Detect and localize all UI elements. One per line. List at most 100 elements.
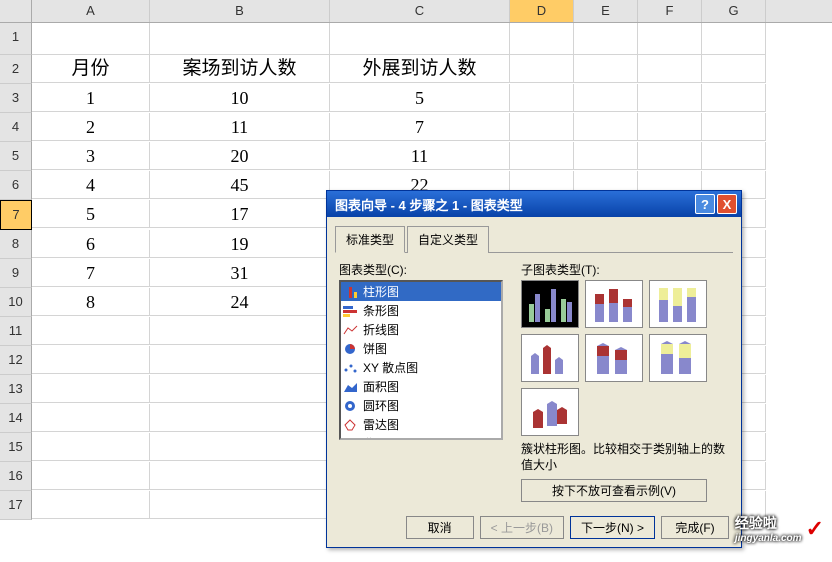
cell[interactable]: 月份: [32, 55, 150, 83]
col-header-F[interactable]: F: [638, 0, 702, 22]
cell[interactable]: [330, 23, 510, 55]
cell[interactable]: [510, 84, 574, 112]
list-item[interactable]: 折线图: [341, 320, 501, 339]
cell[interactable]: [150, 23, 330, 55]
preview-button[interactable]: 按下不放可查看示例(V): [521, 479, 707, 502]
sub-chart-3d-column[interactable]: [521, 388, 579, 436]
list-item[interactable]: 柱形图: [341, 282, 501, 301]
list-item[interactable]: 面积图: [341, 377, 501, 396]
cell[interactable]: [32, 375, 150, 403]
cell[interactable]: 5: [32, 200, 150, 228]
cell[interactable]: 5: [330, 84, 510, 112]
cell[interactable]: [702, 55, 766, 83]
cell[interactable]: [638, 55, 702, 83]
cell[interactable]: 19: [150, 230, 330, 258]
row-header[interactable]: 2: [0, 55, 32, 84]
cell[interactable]: [574, 113, 638, 141]
cell[interactable]: [150, 317, 330, 345]
cell[interactable]: 45: [150, 171, 330, 199]
cell[interactable]: 外展到访人数: [330, 55, 510, 83]
cell[interactable]: 24: [150, 288, 330, 316]
cell[interactable]: [32, 433, 150, 461]
sub-chart-100stacked[interactable]: [649, 280, 707, 328]
row-header[interactable]: 12: [0, 346, 32, 375]
cell[interactable]: [32, 404, 150, 432]
cell[interactable]: [702, 23, 766, 55]
cell[interactable]: 10: [150, 84, 330, 112]
cell[interactable]: 8: [32, 288, 150, 316]
sub-chart-3d-stacked[interactable]: [585, 334, 643, 382]
chart-type-listbox[interactable]: 柱形图 条形图 折线图 饼图 XY 散点图 面积图 圆环图 雷达图 曲面图: [339, 280, 503, 440]
cancel-button[interactable]: 取消: [406, 516, 474, 539]
cell[interactable]: 6: [32, 230, 150, 258]
tab-standard[interactable]: 标准类型: [335, 226, 405, 253]
row-header[interactable]: 6: [0, 171, 32, 200]
cell[interactable]: [32, 346, 150, 374]
col-header-C[interactable]: C: [330, 0, 510, 22]
cell[interactable]: 11: [330, 142, 510, 170]
cell[interactable]: [510, 113, 574, 141]
cell[interactable]: [638, 113, 702, 141]
sub-chart-stacked[interactable]: [585, 280, 643, 328]
cell[interactable]: [638, 23, 702, 55]
row-header[interactable]: 11: [0, 317, 32, 346]
cell[interactable]: 1: [32, 84, 150, 112]
sub-chart-3d-clustered[interactable]: [521, 334, 579, 382]
finish-button[interactable]: 完成(F): [661, 516, 729, 539]
cell[interactable]: [574, 23, 638, 55]
cell[interactable]: 案场到访人数: [150, 55, 330, 83]
row-header[interactable]: 4: [0, 113, 32, 142]
cell[interactable]: 17: [150, 200, 330, 228]
cell[interactable]: 4: [32, 171, 150, 199]
tab-custom[interactable]: 自定义类型: [407, 226, 489, 253]
row-header[interactable]: 14: [0, 404, 32, 433]
cell[interactable]: [638, 84, 702, 112]
cell[interactable]: 31: [150, 259, 330, 287]
row-header[interactable]: 10: [0, 288, 32, 317]
list-item[interactable]: 雷达图: [341, 415, 501, 434]
cell[interactable]: [150, 433, 330, 461]
cell[interactable]: 20: [150, 142, 330, 170]
list-item[interactable]: 饼图: [341, 339, 501, 358]
cell[interactable]: [510, 55, 574, 83]
col-header-E[interactable]: E: [574, 0, 638, 22]
cell[interactable]: [150, 346, 330, 374]
list-item[interactable]: 曲面图: [341, 434, 501, 440]
row-header[interactable]: 3: [0, 84, 32, 113]
list-item[interactable]: 条形图: [341, 301, 501, 320]
row-header[interactable]: 5: [0, 142, 32, 171]
row-header[interactable]: 8: [0, 230, 32, 259]
row-header[interactable]: 7: [0, 200, 32, 230]
cell[interactable]: [574, 84, 638, 112]
col-header-A[interactable]: A: [32, 0, 150, 22]
row-header[interactable]: 16: [0, 462, 32, 491]
cell[interactable]: 7: [32, 259, 150, 287]
cell[interactable]: [702, 84, 766, 112]
col-header-B[interactable]: B: [150, 0, 330, 22]
cell[interactable]: [32, 491, 150, 519]
row-header[interactable]: 9: [0, 259, 32, 288]
cell[interactable]: [702, 113, 766, 141]
select-all-corner[interactable]: [0, 0, 32, 22]
col-header-G[interactable]: G: [702, 0, 766, 22]
cell[interactable]: [574, 142, 638, 170]
cell[interactable]: [638, 142, 702, 170]
col-header-D[interactable]: D: [510, 0, 574, 22]
cell[interactable]: [702, 142, 766, 170]
cell[interactable]: [150, 404, 330, 432]
help-button[interactable]: ?: [695, 194, 715, 214]
row-header[interactable]: 17: [0, 491, 32, 520]
cell[interactable]: [32, 317, 150, 345]
cell[interactable]: [510, 142, 574, 170]
next-button[interactable]: 下一步(N) >: [570, 516, 655, 539]
row-header[interactable]: 1: [0, 23, 32, 55]
list-item[interactable]: XY 散点图: [341, 358, 501, 377]
sub-chart-clustered[interactable]: [521, 280, 579, 328]
list-item[interactable]: 圆环图: [341, 396, 501, 415]
cell[interactable]: [32, 462, 150, 490]
cell[interactable]: [150, 462, 330, 490]
row-header[interactable]: 15: [0, 433, 32, 462]
cell[interactable]: [150, 491, 330, 519]
cell[interactable]: 2: [32, 113, 150, 141]
cell[interactable]: 7: [330, 113, 510, 141]
